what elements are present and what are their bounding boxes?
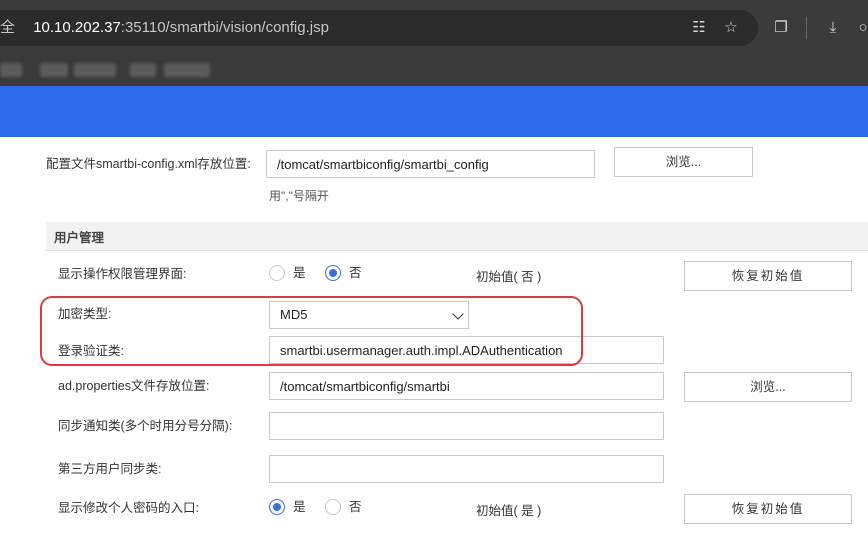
ad-properties-label: ad.properties文件存放位置: — [58, 379, 210, 393]
login-auth-class-label: 登录验证类: — [58, 344, 124, 358]
config-file-path-input[interactable] — [266, 150, 595, 178]
browser-toolbar: 全 10.10.202.37:35110/smartbi/vision/conf… — [0, 0, 868, 56]
url-host: 10.10.202.37 — [33, 19, 121, 36]
url-path: :35110/smartbi/vision/config.jsp — [120, 19, 329, 36]
third-party-sync-label: 第三方用户同步类: — [58, 462, 162, 476]
config-browse-button[interactable]: 浏览... — [614, 147, 753, 177]
section-user-management: 用户管理 — [46, 222, 868, 251]
download-icon[interactable]: ⤓ — [822, 17, 844, 39]
permission-ui-no-label: 否 — [349, 266, 362, 280]
chevron-down-icon — [452, 308, 464, 320]
change-password-yes-radio[interactable] — [269, 499, 285, 515]
sync-notify-label: 同步通知类(多个时用分号分隔): — [58, 419, 233, 433]
url-prefix: 全 — [0, 19, 16, 36]
change-password-no-label: 否 — [349, 500, 362, 514]
permission-ui-initial-value: 初始值( 否 ) — [476, 270, 542, 284]
config-hint: 用","号隔开 — [269, 189, 329, 203]
permission-ui-yes-label: 是 — [293, 266, 306, 280]
config-file-label: 配置文件smartbi-config.xml存放位置: — [46, 157, 251, 171]
bookmark-item[interactable] — [74, 63, 116, 77]
toolbar-separator — [806, 17, 807, 39]
ad-properties-path-input[interactable] — [269, 372, 664, 400]
sync-notify-input[interactable] — [269, 412, 664, 440]
show-change-password-label: 显示修改个人密码的入口: — [58, 501, 199, 515]
login-auth-class-input[interactable] — [269, 336, 664, 364]
url-text[interactable]: 全 10.10.202.37:35110/smartbi/vision/conf… — [0, 18, 329, 38]
bookmark-item[interactable] — [40, 63, 68, 77]
bookmark-item[interactable] — [130, 63, 156, 77]
change-password-yes-label: 是 — [293, 500, 306, 514]
section-title: 用户管理 — [54, 231, 105, 245]
ad-properties-browse-button[interactable]: 浏览... — [684, 372, 852, 402]
bookmarks-bar — [0, 56, 868, 86]
extensions-icon[interactable]: ❐ — [770, 17, 792, 39]
change-password-reset-button[interactable]: 恢复初始值 — [684, 494, 852, 524]
star-icon[interactable]: ☆ — [720, 17, 742, 39]
bookmark-item[interactable] — [0, 63, 22, 77]
encryption-type-value: MD5 — [280, 307, 308, 322]
bookmark-item[interactable] — [164, 63, 210, 77]
permission-ui-yes-radio[interactable] — [269, 265, 285, 281]
profile-icon[interactable]: ○ — [852, 17, 868, 39]
permission-ui-no-radio[interactable] — [325, 265, 341, 281]
permission-ui-reset-button[interactable]: 恢复初始值 — [684, 261, 852, 291]
show-permission-ui-label: 显示操作权限管理界面: — [58, 267, 187, 281]
encryption-type-label: 加密类型: — [58, 307, 112, 321]
third-party-sync-input[interactable] — [269, 455, 664, 483]
encryption-type-select[interactable]: MD5 — [269, 301, 469, 329]
translate-icon[interactable]: ☷ — [688, 17, 710, 39]
change-password-no-radio[interactable] — [325, 499, 341, 515]
change-password-initial-value: 初始值( 是 ) — [476, 504, 542, 518]
page-header — [0, 86, 868, 137]
